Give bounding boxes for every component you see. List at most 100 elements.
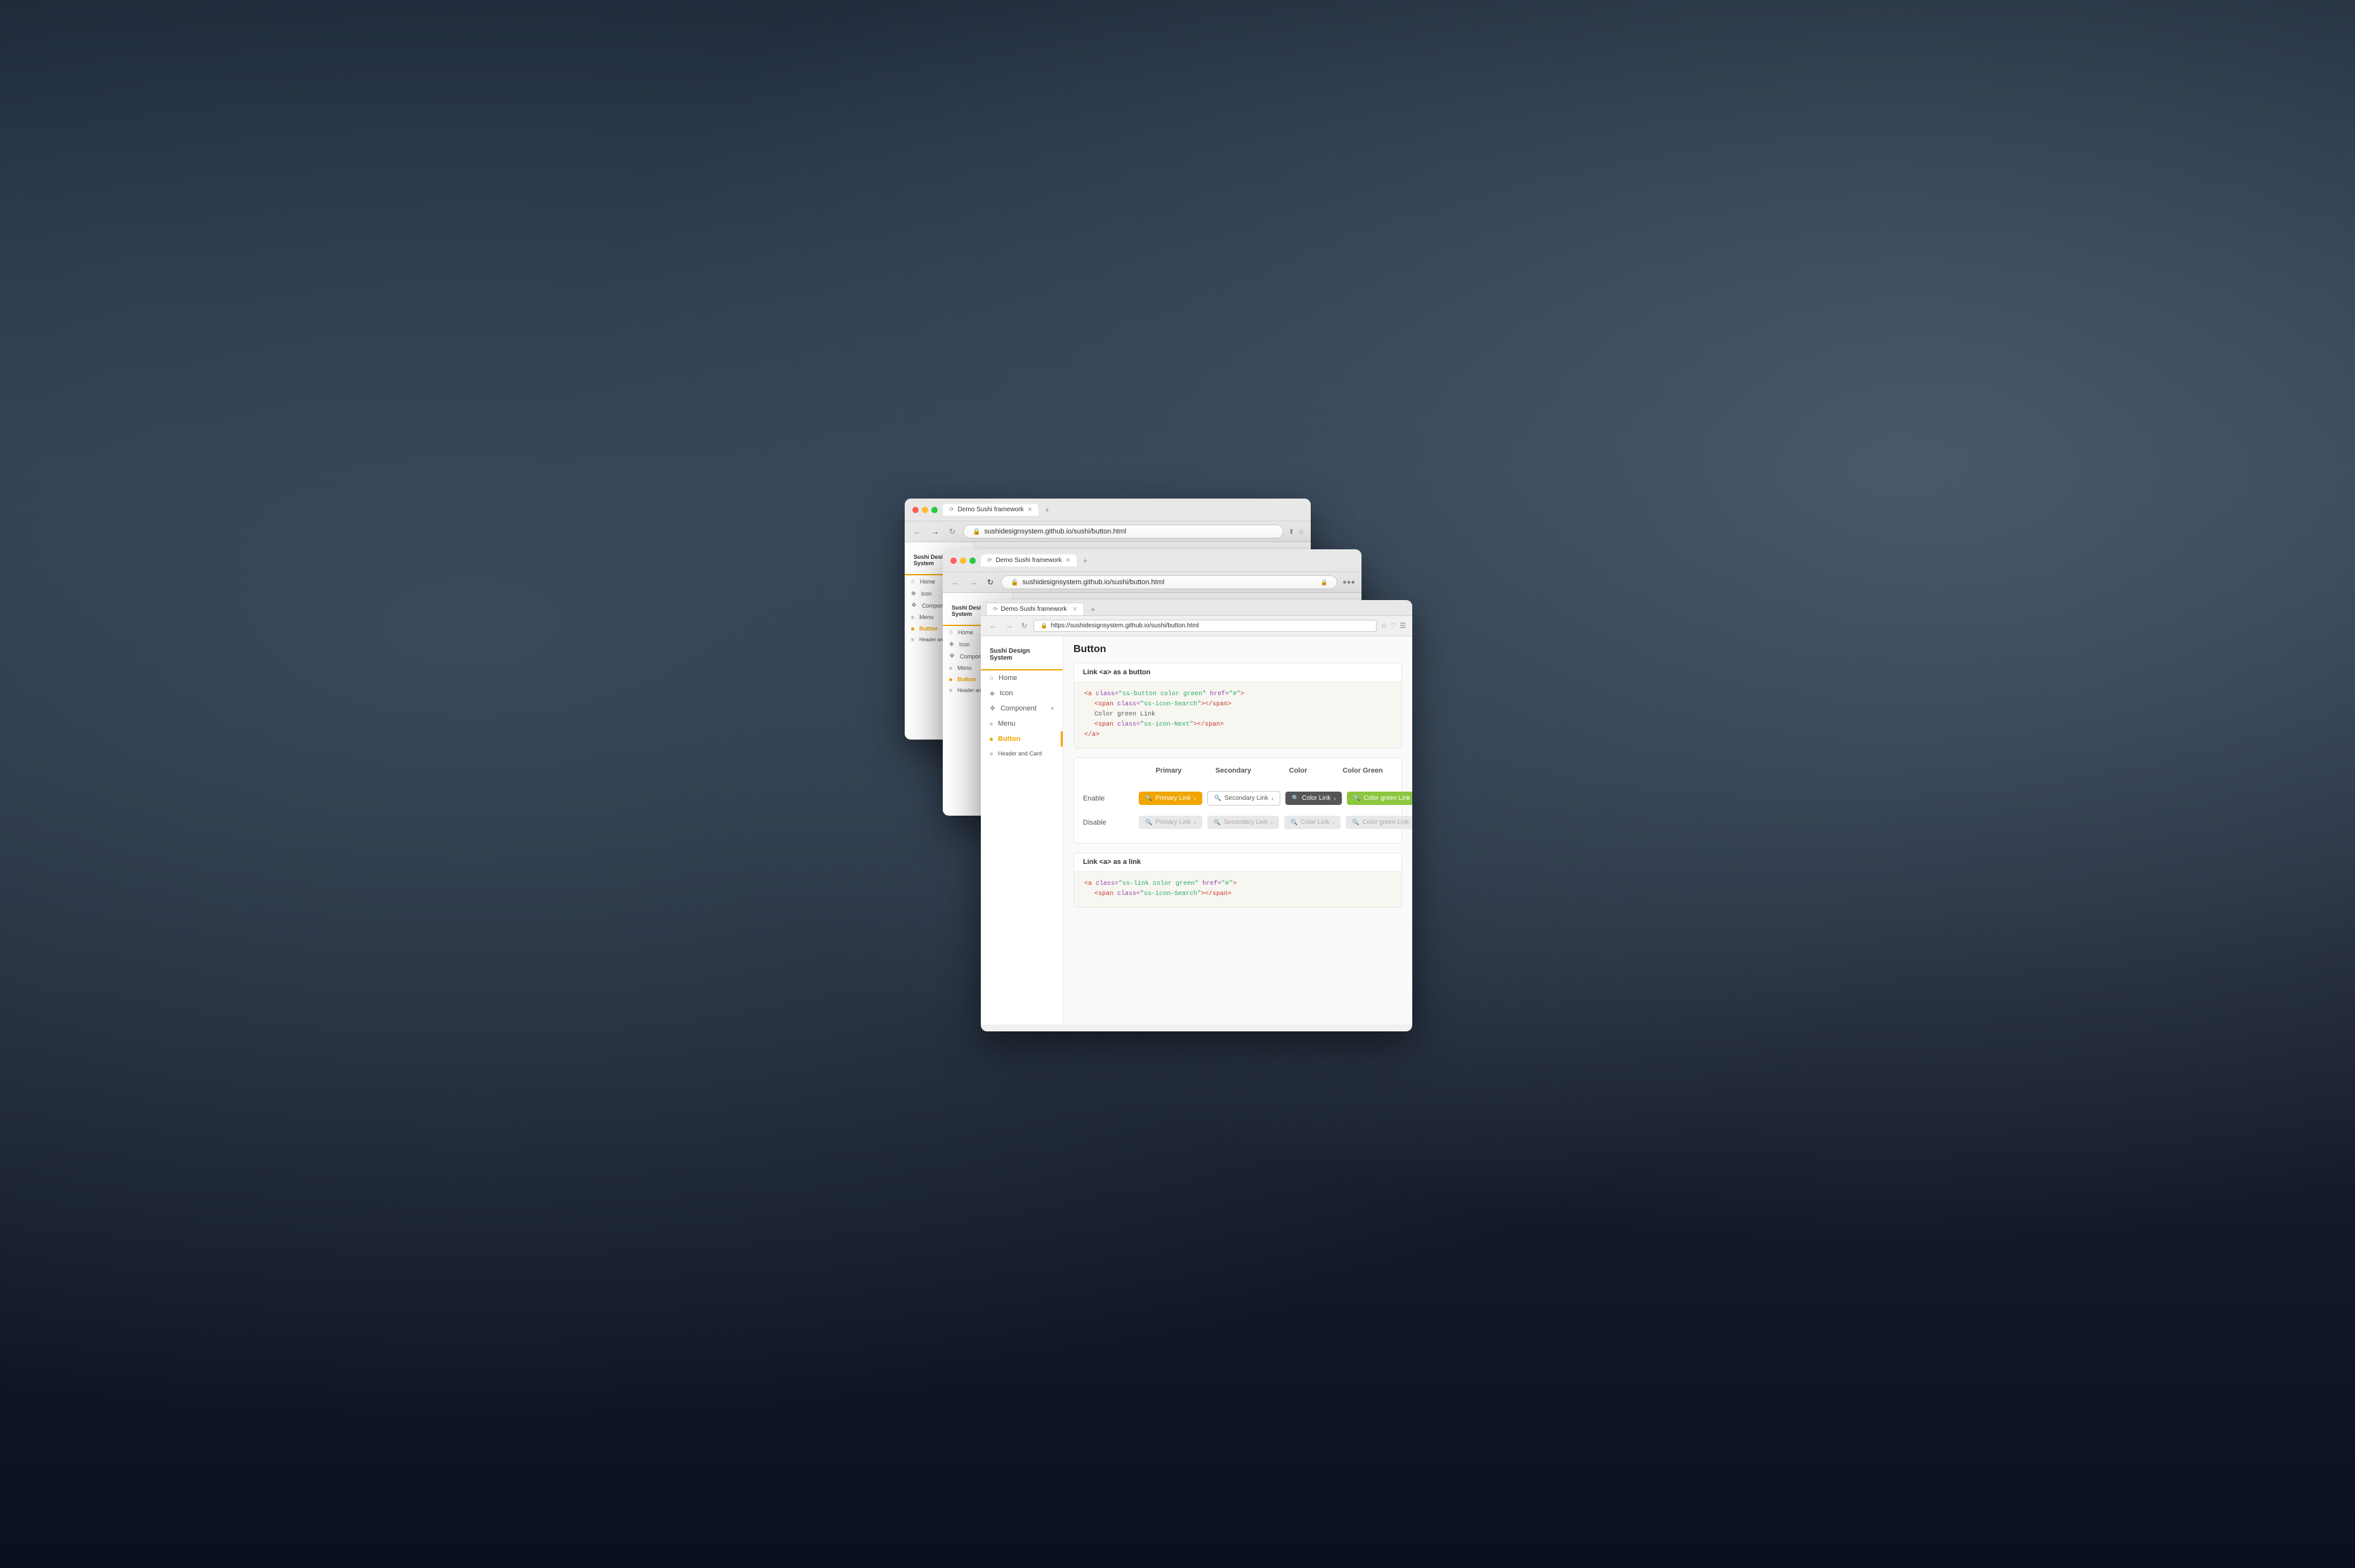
- tab-bar-1: ⟳ Demo Sushi framework ✕ +: [943, 504, 1303, 516]
- reload-btn-2[interactable]: ↻: [985, 577, 996, 588]
- code-line-3: Color green Link: [1084, 710, 1391, 720]
- ff-tab-close[interactable]: ✕: [1072, 606, 1077, 613]
- back-btn-1[interactable]: ←: [911, 526, 924, 537]
- color-btn-label: Color Link: [1302, 795, 1330, 802]
- reload-btn-1[interactable]: ↻: [947, 526, 958, 537]
- search-icon-color-d: 🔍: [1290, 819, 1297, 826]
- secure-icon-2: 🔒: [1321, 579, 1328, 586]
- nav-label-icon-2: Icon: [959, 641, 970, 648]
- ff-address-bar[interactable]: 🔒 https://sushidesignsystem.github.io/su…: [1033, 620, 1377, 632]
- code-section-3b: Link <a> as a link <a class="ss-link col…: [1073, 853, 1402, 908]
- ff-tab-active[interactable]: ⟳ Demo Sushi framework ✕: [986, 603, 1084, 615]
- table-row-disable: Disable 🔍 Primary Link › 🔍 Seconda: [1083, 811, 1393, 834]
- close-btn-1[interactable]: [912, 507, 919, 513]
- btn-cell-color-green-disable: 🔍 Color green Link ›: [1346, 816, 1412, 829]
- ff-back-btn[interactable]: ←: [987, 621, 999, 631]
- url-text-1: sushidesignsystem.github.io/sushi/button…: [985, 528, 1274, 535]
- code-b-tag-open: <a: [1084, 880, 1096, 887]
- code-b-attr-href: href=: [1198, 880, 1221, 887]
- minimize-btn-2[interactable]: [960, 558, 966, 564]
- tab-label-1: Demo Sushi framework: [958, 506, 1024, 513]
- ff-bookmark-icon[interactable]: ☆: [1381, 622, 1387, 630]
- code-line-b1: <a class="ss-link color green" href="#">: [1084, 879, 1391, 889]
- code-str-class-3: "ss-icon-Next": [1140, 721, 1193, 728]
- code-b-str-href: "#": [1221, 880, 1233, 887]
- color-green-link-btn[interactable]: 🔍 Color green Link ›: [1347, 792, 1412, 805]
- color-green-btn-label-d: Color green Link: [1362, 819, 1408, 826]
- sidebar-item-home-3[interactable]: ⌂ Home: [981, 670, 1063, 686]
- component-icon-1: ❖: [911, 602, 917, 609]
- home-icon-3: ⌂: [990, 675, 994, 682]
- component-icon-3: ❖: [990, 705, 995, 712]
- btn-cell-primary-enable: 🔍 Primary Link ›: [1139, 792, 1202, 805]
- sidebar-3: Sushi Design System ⌂ Home ◈ Icon ❖ Comp…: [981, 636, 1063, 1024]
- tab-add-1[interactable]: +: [1041, 504, 1053, 516]
- share-icon-1[interactable]: ⬆: [1289, 528, 1294, 536]
- address-field-1[interactable]: 🔒 sushidesignsystem.github.io/sushi/butt…: [963, 525, 1283, 539]
- sidebar-item-icon-3[interactable]: ◈ Icon: [981, 686, 1063, 701]
- secondary-link-btn-disabled: 🔍 Secondary Link ›: [1207, 816, 1279, 829]
- page-title-3: Button: [1073, 644, 1402, 655]
- arrow-icon-color: ›: [1334, 795, 1335, 802]
- sidebar-item-menu-3[interactable]: Menu: [981, 716, 1063, 731]
- tab-1[interactable]: ⟳ Demo Sushi framework ✕: [943, 504, 1039, 516]
- forward-btn-1[interactable]: →: [929, 526, 941, 537]
- nav-label-home-3: Home: [999, 674, 1017, 682]
- maximize-btn-1[interactable]: [931, 507, 938, 513]
- code-str-class-2: "ss-icon-Search": [1140, 701, 1201, 708]
- code-attr-class: class=: [1096, 691, 1118, 698]
- primary-link-btn[interactable]: 🔍 Primary Link ›: [1139, 792, 1202, 805]
- primary-btn-label: Primary Link: [1155, 795, 1191, 802]
- address-field-2[interactable]: 🔒 sushidesignsystem.github.io/sushi/butt…: [1001, 575, 1337, 589]
- dot-button-2: [949, 678, 952, 681]
- icon-icon-2: ◈: [949, 641, 954, 648]
- brand-3: Sushi Design System: [981, 644, 1063, 670]
- ff-heart-icon[interactable]: ♡: [1390, 622, 1396, 630]
- primary-link-btn-disabled: 🔍 Primary Link ›: [1139, 816, 1202, 829]
- page-content-3: Sushi Design System ⌂ Home ◈ Icon ❖ Comp…: [981, 636, 1412, 1024]
- button-demo-table: Primary Secondary Color Color Green Enab…: [1073, 757, 1402, 844]
- color-green-link-btn-disabled: 🔍 Color green Link ›: [1346, 816, 1412, 829]
- code-str-href: "#": [1229, 691, 1240, 698]
- dot-menu-3: [990, 722, 993, 726]
- tab-add-2[interactable]: +: [1079, 555, 1091, 566]
- code-span-close-2: ></span>: [1193, 721, 1224, 728]
- maximize-btn-2[interactable]: [969, 558, 976, 564]
- nav-label-component-3: Component: [1000, 705, 1037, 712]
- secondary-btn-label: Secondary Link: [1224, 795, 1268, 802]
- code-b-tag-gt: >: [1233, 880, 1237, 887]
- forward-btn-2[interactable]: →: [967, 577, 980, 588]
- dot-menu-2: [949, 667, 952, 670]
- arrow-icon-color-d: ›: [1332, 820, 1334, 826]
- ff-menu-icon[interactable]: ☰: [1400, 622, 1406, 630]
- sidebar-item-button-3[interactable]: Button: [981, 731, 1063, 747]
- minimize-btn-1[interactable]: [922, 507, 928, 513]
- bookmark-icon-1[interactable]: ☆: [1298, 528, 1304, 536]
- code-b-attr-class-2: class=: [1117, 891, 1140, 898]
- dot-menu-1: [911, 616, 914, 619]
- ff-forward-btn[interactable]: →: [1003, 621, 1015, 631]
- ff-tab-add[interactable]: +: [1087, 603, 1099, 615]
- back-btn-2[interactable]: ←: [949, 577, 962, 588]
- sidebar-item-component-3[interactable]: ❖ Component ▾: [981, 701, 1063, 716]
- tab-close-2[interactable]: ✕: [1065, 557, 1070, 564]
- tab-close-1[interactable]: ✕: [1027, 506, 1032, 513]
- more-icon-2[interactable]: ●●●: [1342, 578, 1355, 586]
- code-tag-close: </a>: [1084, 731, 1099, 738]
- color-link-btn-disabled: 🔍 Color Link ›: [1284, 816, 1341, 829]
- ff-reload-btn[interactable]: ↻: [1019, 620, 1030, 631]
- close-btn-2[interactable]: [950, 558, 957, 564]
- address-actions-1: ⬆ ☆: [1289, 528, 1304, 536]
- sidebar-item-header-3[interactable]: Header and Card: [981, 747, 1063, 761]
- tab-2[interactable]: ⟳ Demo Sushi framework ✕: [981, 554, 1077, 566]
- row-label-enable: Enable: [1083, 795, 1134, 802]
- dot-button-1: [911, 627, 914, 630]
- dot-button-3: [990, 738, 993, 741]
- nav-label-icon-1: Icon: [921, 591, 932, 597]
- secondary-link-btn[interactable]: 🔍 Secondary Link ›: [1207, 791, 1280, 806]
- row-label-disable: Disable: [1083, 819, 1134, 826]
- code-line-2: <span class="ss-icon-Search"></span>: [1084, 700, 1391, 710]
- color-link-btn[interactable]: 🔍 Color Link ›: [1285, 792, 1342, 805]
- code-title-3a: Link <a> as a button: [1074, 663, 1401, 682]
- lock-icon-1: 🔒: [973, 528, 980, 535]
